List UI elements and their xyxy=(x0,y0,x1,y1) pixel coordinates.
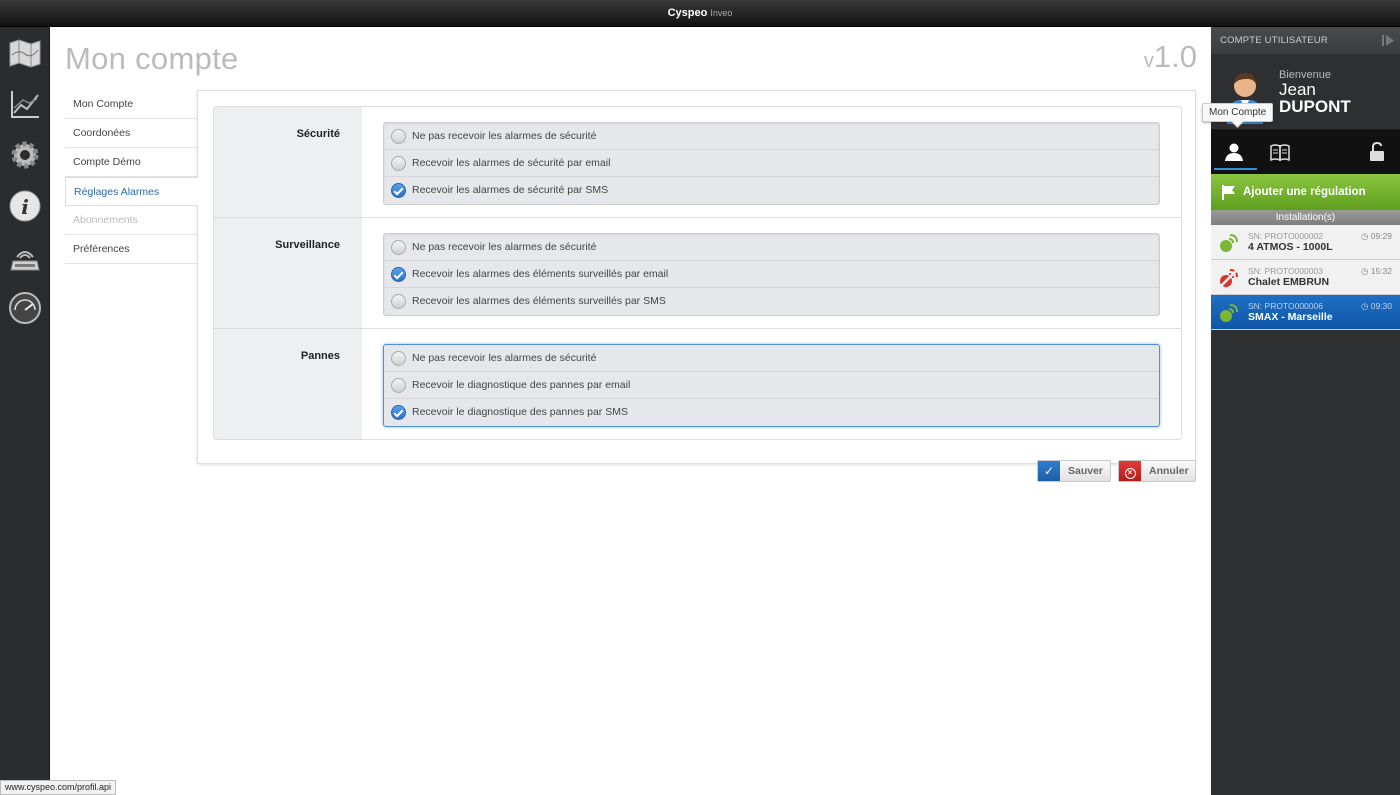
save-button[interactable]: ✓ Sauver xyxy=(1037,460,1111,482)
collapse-sidebar-icon[interactable] xyxy=(1382,35,1394,46)
subnav-mon-compte[interactable]: Mon Compte xyxy=(65,90,198,119)
main-content: Mon compte v1.0 Mon Compte Coordonées Co… xyxy=(50,27,1211,795)
alarm-settings-form: Sécurité Ne pas recevoir les alarmes de … xyxy=(213,106,1182,440)
rail-item-device[interactable] xyxy=(0,231,50,282)
close-icon: × xyxy=(1119,461,1141,481)
left-nav-rail: i xyxy=(0,27,50,795)
subnav-abonnements: Abonnements xyxy=(65,206,198,235)
user-icon xyxy=(1225,143,1243,161)
radio-button[interactable] xyxy=(391,351,406,366)
app-version: v1.0 xyxy=(1143,39,1197,74)
gauge-icon xyxy=(9,291,41,324)
lock-icon xyxy=(1370,142,1384,161)
installation-item-selected[interactable]: SN: PROTO000006 SMAX - Marseille ◷ 09:30 xyxy=(1211,295,1400,330)
radio-option[interactable]: Recevoir les alarmes de sécurité par SMS xyxy=(384,177,1159,204)
radio-button-checked[interactable] xyxy=(391,405,406,420)
section-label: Surveillance xyxy=(214,218,362,328)
browser-status-url: www.cyspeo.com/profil.api xyxy=(0,780,117,795)
radio-button[interactable] xyxy=(391,156,406,171)
radio-button[interactable] xyxy=(391,240,406,255)
app-titlebar: Cyspeo Inveo xyxy=(0,0,1400,27)
radio-option[interactable]: Recevoir les alarmes des éléments survei… xyxy=(384,261,1159,288)
radio-button[interactable] xyxy=(391,129,406,144)
installation-item[interactable]: SN: PROTO000003 Chalet EMBRUN ◷ 15:32 xyxy=(1211,260,1400,295)
section-surveillance: Surveillance Ne pas recevoir les alarmes… xyxy=(214,218,1181,329)
chart-icon xyxy=(11,90,39,118)
book-icon xyxy=(1270,144,1290,162)
section-label: Pannes xyxy=(214,329,362,439)
account-subnav: Mon Compte Coordonées Compte Démo Réglag… xyxy=(65,90,198,264)
user-sidebar: COMPTE UTILISATEUR Bienvenue Jean DUPONT… xyxy=(1211,27,1400,795)
tooltip-mon-compte: Mon Compte xyxy=(1202,103,1274,122)
sidebar-tabs xyxy=(1211,130,1400,174)
svg-text:i: i xyxy=(21,195,29,219)
radio-option[interactable]: Recevoir les alarmes des éléments survei… xyxy=(384,288,1159,315)
tab-documentation[interactable] xyxy=(1257,130,1303,174)
radio-button-checked[interactable] xyxy=(391,183,406,198)
user-last-name: DUPONT xyxy=(1279,97,1351,116)
rail-item-map[interactable] xyxy=(0,27,50,78)
rail-item-settings[interactable] xyxy=(0,129,50,180)
radio-option[interactable]: Ne pas recevoir les alarmes de sécurité xyxy=(384,123,1159,150)
radio-option[interactable]: Recevoir les alarmes de sécurité par ema… xyxy=(384,150,1159,177)
subnav-coordonnees[interactable]: Coordonées xyxy=(65,119,198,148)
signal-ok-icon xyxy=(1220,304,1238,322)
radio-button[interactable] xyxy=(391,378,406,393)
tab-mon-compte[interactable] xyxy=(1211,130,1257,174)
installation-item[interactable]: SN: PROTO000002 4 ATMOS - 1000L ◷ 09:29 xyxy=(1211,225,1400,260)
rail-item-gauge[interactable] xyxy=(0,282,50,333)
flag-icon xyxy=(1222,185,1235,200)
app-brand: Cyspeo Inveo xyxy=(667,7,733,19)
timestamp: ◷ 15:32 xyxy=(1360,266,1392,276)
radio-option[interactable]: Recevoir le diagnostique des pannes par … xyxy=(384,399,1159,426)
alarm-settings-panel: Sécurité Ne pas recevoir les alarmes de … xyxy=(197,90,1196,464)
installations-header: Installation(s) xyxy=(1211,210,1400,225)
radio-option[interactable]: Ne pas recevoir les alarmes de sécurité xyxy=(384,345,1159,372)
signal-ok-icon xyxy=(1220,234,1238,252)
section-pannes: Pannes Ne pas recevoir les alarmes de sé… xyxy=(214,329,1181,439)
timestamp: ◷ 09:29 xyxy=(1360,231,1392,241)
subnav-reglages-alarmes[interactable]: Réglages Alarmes xyxy=(65,177,198,206)
info-icon: i xyxy=(9,190,41,221)
subnav-compte-demo[interactable]: Compte Démo xyxy=(65,148,198,177)
section-securite: Sécurité Ne pas recevoir les alarmes de … xyxy=(214,107,1181,218)
radio-button-checked[interactable] xyxy=(391,267,406,282)
rail-item-charts[interactable] xyxy=(0,78,50,129)
app-brand-sub: Inveo xyxy=(710,8,733,18)
tab-logout[interactable] xyxy=(1354,130,1400,174)
section-label: Sécurité xyxy=(214,107,362,217)
signal-off-icon xyxy=(1220,269,1238,287)
radio-group-securite: Ne pas recevoir les alarmes de sécurité … xyxy=(383,122,1160,205)
radio-option[interactable]: Ne pas recevoir les alarmes de sécurité xyxy=(384,234,1159,261)
map-icon xyxy=(9,38,41,68)
check-icon: ✓ xyxy=(1038,461,1060,481)
subnav-preferences[interactable]: Préférences xyxy=(65,235,198,264)
cancel-button[interactable]: × Annuler xyxy=(1118,460,1196,482)
timestamp: ◷ 09:30 xyxy=(1360,301,1392,311)
router-icon xyxy=(10,250,40,270)
radio-group-pannes: Ne pas recevoir les alarmes de sécurité … xyxy=(383,344,1160,427)
gear-icon xyxy=(11,141,39,168)
add-regulation-button[interactable]: Ajouter une régulation xyxy=(1211,174,1400,210)
radio-option[interactable]: Recevoir le diagnostique des pannes par … xyxy=(384,372,1159,399)
radio-button[interactable] xyxy=(391,294,406,309)
sidebar-header: COMPTE UTILISATEUR xyxy=(1211,27,1400,54)
radio-group-surveillance: Ne pas recevoir les alarmes de sécurité … xyxy=(383,233,1160,316)
page-title: Mon compte xyxy=(65,41,239,76)
rail-item-info[interactable]: i xyxy=(0,180,50,231)
